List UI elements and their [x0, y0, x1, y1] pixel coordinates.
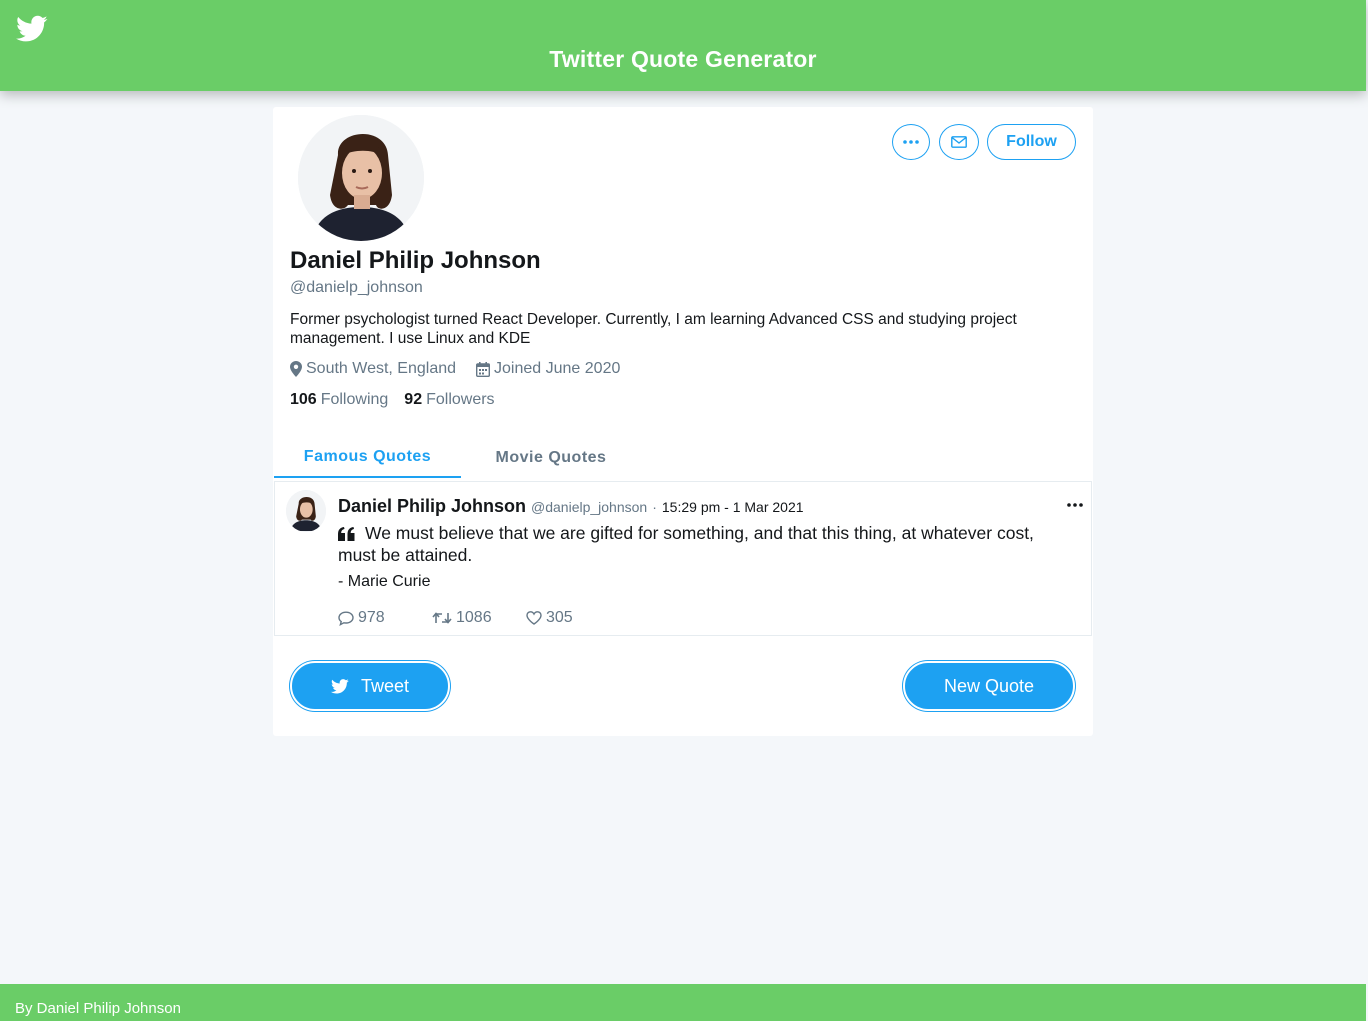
profile-photo-illustration — [298, 115, 424, 241]
profile-handle: @danielp_johnson — [290, 279, 423, 296]
profile-stats: 106 Following 92 Followers — [290, 391, 511, 409]
quote-left-icon — [338, 527, 355, 541]
following-label: Following — [320, 391, 389, 408]
footer-credit: By Daniel Philip Johnson — [15, 1000, 181, 1017]
followers-label: Followers — [426, 391, 495, 408]
calendar-icon — [476, 361, 491, 377]
profile-card: Follow Daniel Philip Johnson @danielp_jo… — [273, 107, 1093, 736]
following-count: 106 — [290, 391, 317, 408]
follow-button[interactable]: Follow — [987, 124, 1076, 160]
quote-tweet: Daniel Philip Johnson @danielp_johnson ·… — [274, 481, 1092, 636]
map-marker-icon — [290, 361, 302, 377]
app-title: Twitter Quote Generator — [549, 46, 817, 72]
tab-movie-quotes[interactable]: Movie Quotes — [461, 437, 641, 478]
tweet-handle: @danielp_johnson — [531, 499, 648, 515]
quote-tabs: Famous Quotes Movie Quotes — [273, 437, 1093, 479]
comment-icon — [338, 610, 354, 626]
message-button[interactable] — [939, 124, 979, 160]
location-text: South West, England — [306, 360, 457, 377]
twitter-bird-icon — [330, 678, 349, 693]
profile-name: Daniel Philip Johnson — [290, 247, 541, 274]
tweet-avatar[interactable] — [286, 490, 326, 532]
retweet-action[interactable]: 1086 — [432, 609, 526, 627]
reply-count: 978 — [358, 609, 385, 626]
like-action[interactable]: 305 — [526, 609, 573, 627]
profile-avatar[interactable] — [298, 115, 424, 241]
tweet-header: Daniel Philip Johnson @danielp_johnson ·… — [338, 496, 804, 517]
location: South West, England — [290, 360, 456, 378]
tweet-actions: 978 1086 305 — [338, 609, 573, 627]
tweet-button-label: Tweet — [360, 675, 410, 696]
envelope-icon — [951, 136, 967, 148]
tab-famous-quotes[interactable]: Famous Quotes — [274, 437, 461, 478]
tweet-avatar-illustration — [286, 491, 326, 531]
footer: By Daniel Philip Johnson — [0, 984, 1366, 1021]
retweet-count: 1086 — [456, 609, 492, 626]
ellipsis-icon — [1067, 503, 1083, 507]
new-quote-button[interactable]: New Quote — [903, 661, 1075, 711]
tweet-button[interactable]: Tweet — [290, 661, 450, 711]
ellipsis-icon — [903, 140, 919, 144]
tweet-separator: · — [652, 499, 657, 515]
joined-text: Joined June 2020 — [494, 360, 621, 377]
quote-author: - Marie Curie — [338, 573, 431, 590]
tweet-author-name: Daniel Philip Johnson — [338, 496, 527, 516]
tweet-more-button[interactable] — [1067, 494, 1083, 512]
followers-stat[interactable]: 92 Followers — [404, 391, 494, 409]
quote-body: We must believe that we are gifted for s… — [338, 522, 1058, 566]
followers-count: 92 — [404, 391, 423, 408]
profile-more-button[interactable] — [892, 124, 930, 160]
top-header: Twitter Quote Generator — [0, 0, 1366, 91]
retweet-icon — [432, 612, 452, 624]
heart-icon — [526, 611, 542, 625]
like-count: 305 — [546, 609, 573, 626]
profile-meta: South West, England Joined June 2020 — [290, 360, 620, 378]
reply-action[interactable]: 978 — [338, 609, 432, 627]
twitter-bird-icon — [16, 15, 48, 42]
tweet-timestamp: 15:29 pm - 1 Mar 2021 — [661, 499, 804, 515]
quote-text: We must believe that we are gifted for s… — [338, 523, 1034, 565]
profile-bio: Former psychologist turned React Develop… — [290, 311, 1017, 347]
following-stat[interactable]: 106 Following — [290, 391, 388, 409]
joined-date: Joined June 2020 — [476, 360, 620, 378]
